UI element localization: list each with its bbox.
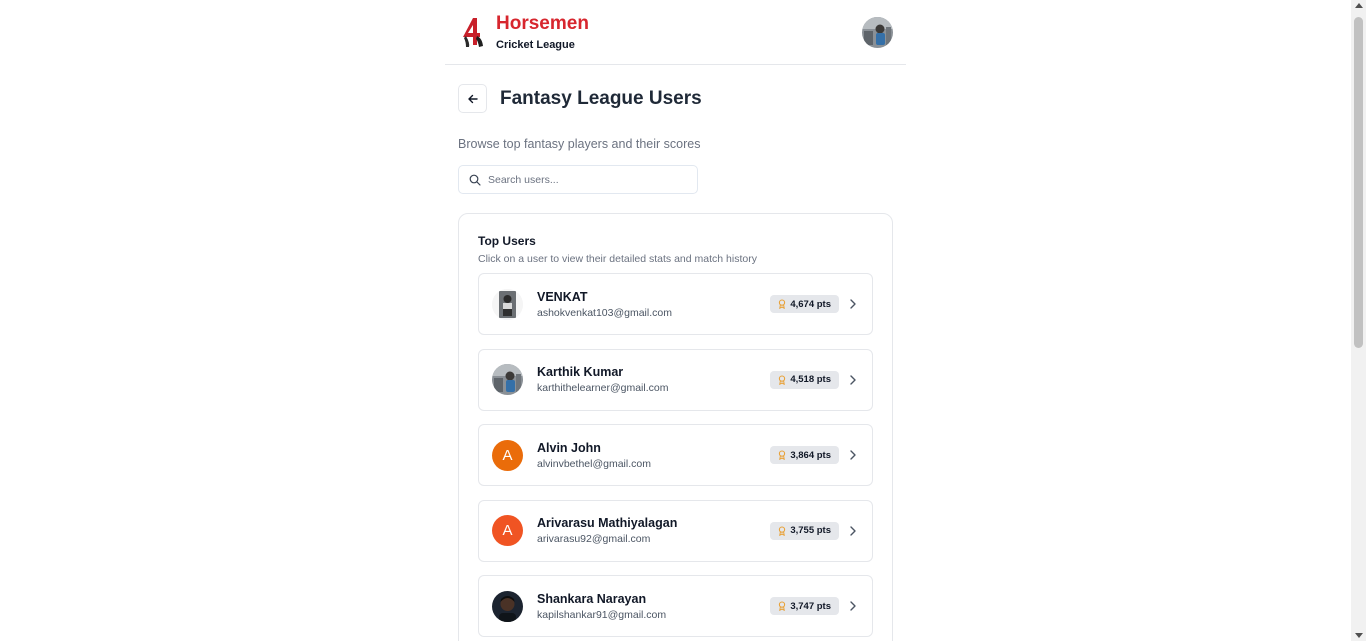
brand-name: Horsemen [496,12,589,34]
points-badge: 3,747 pts [770,597,839,615]
trophy-icon [779,299,786,309]
points-badge: 4,674 pts [770,295,839,313]
chevron-right-icon [849,374,857,386]
avatar [492,288,523,320]
scroll-down-arrow-icon[interactable] [1355,633,1363,638]
top-header: Horsemen Cricket League [445,0,906,65]
brand-subtitle: Cricket League [496,38,575,51]
user-email: ashokvenkat103@gmail.com [537,306,672,319]
scroll-up-arrow-icon[interactable] [1355,3,1363,8]
profile-avatar[interactable] [862,16,893,48]
user-photo-icon [492,590,523,622]
vertical-scrollbar[interactable] [1351,0,1366,641]
avatar-initial: A [502,522,513,539]
horsemen-logo-icon [463,18,483,47]
search-input[interactable] [488,173,678,186]
chevron-right-icon [849,298,857,310]
card-title: Top Users [478,234,536,248]
user-name: VENKAT [537,289,588,304]
points-badge: 3,864 pts [770,446,839,464]
top-users-card: Top Users Click on a user to view their … [458,213,893,641]
user-row[interactable]: Shankara Narayan kapilshankar91@gmail.co… [478,575,873,637]
user-name: Karthik Kumar [537,365,624,379]
user-email: karthithelearner@gmail.com [537,382,669,394]
points-value: 4,674 pts [790,298,831,310]
trophy-icon [779,450,786,460]
page-title: Fantasy League Users [500,87,702,109]
user-email: kapilshankar91@gmail.com [537,608,667,621]
back-button[interactable] [458,84,487,113]
arrow-left-icon [467,94,478,103]
title-row: Fantasy League Users [458,84,893,113]
user-email: alvinvbethel@gmail.com [537,457,651,470]
main-content: Fantasy League Users Browse top fantasy … [445,84,906,641]
scroll-thumb[interactable] [1354,17,1363,348]
profile-photo-icon [862,16,893,48]
chevron-right-icon [849,525,857,537]
points-value: 3,747 pts [790,600,831,612]
points-value: 3,864 pts [790,449,831,461]
user-row[interactable]: Karthik Kumar karthithelearner@gmail.com… [478,348,873,411]
chevron-right-icon [849,449,857,461]
points-value: 4,518 pts [790,374,831,385]
avatar [492,590,523,622]
user-name: Alvin John [537,440,601,455]
trophy-icon [779,525,786,536]
user-row[interactable]: VENKAT ashokvenkat103@gmail.com 4,674 pt… [478,273,873,335]
user-photo-icon [492,364,523,395]
points-badge: 4,518 pts [770,370,839,389]
chevron-right-icon [849,600,857,612]
trophy-icon [779,374,786,385]
user-email: arivarasu92@gmail.com [537,533,651,545]
user-list: VENKAT ashokvenkat103@gmail.com 4,674 pt… [478,273,873,637]
points-badge: 3,755 pts [770,521,839,540]
points-value: 3,755 pts [790,525,831,536]
avatar-initial: A [502,446,513,464]
card-description: Click on a user to view their detailed s… [478,253,757,265]
search-box[interactable] [458,165,698,194]
avatar: A [492,439,523,471]
avatar: A [492,515,523,546]
app-container: Horsemen Cricket League Fantasy League U… [445,0,906,641]
brand[interactable]: Horsemen Cricket League [460,13,589,52]
user-name: Arivarasu Mathiyalagan [537,516,678,530]
user-row[interactable]: A Arivarasu Mathiyalagan arivarasu92@gma… [478,499,873,562]
page-subtitle: Browse top fantasy players and their sco… [458,137,701,151]
trophy-icon [779,601,786,611]
search-icon [469,174,481,186]
avatar [492,364,523,395]
user-photo-icon [492,288,523,320]
user-row[interactable]: A Alvin John alvinvbethel@gmail.com 3,86… [478,424,873,486]
user-name: Shankara Narayan [537,591,647,606]
